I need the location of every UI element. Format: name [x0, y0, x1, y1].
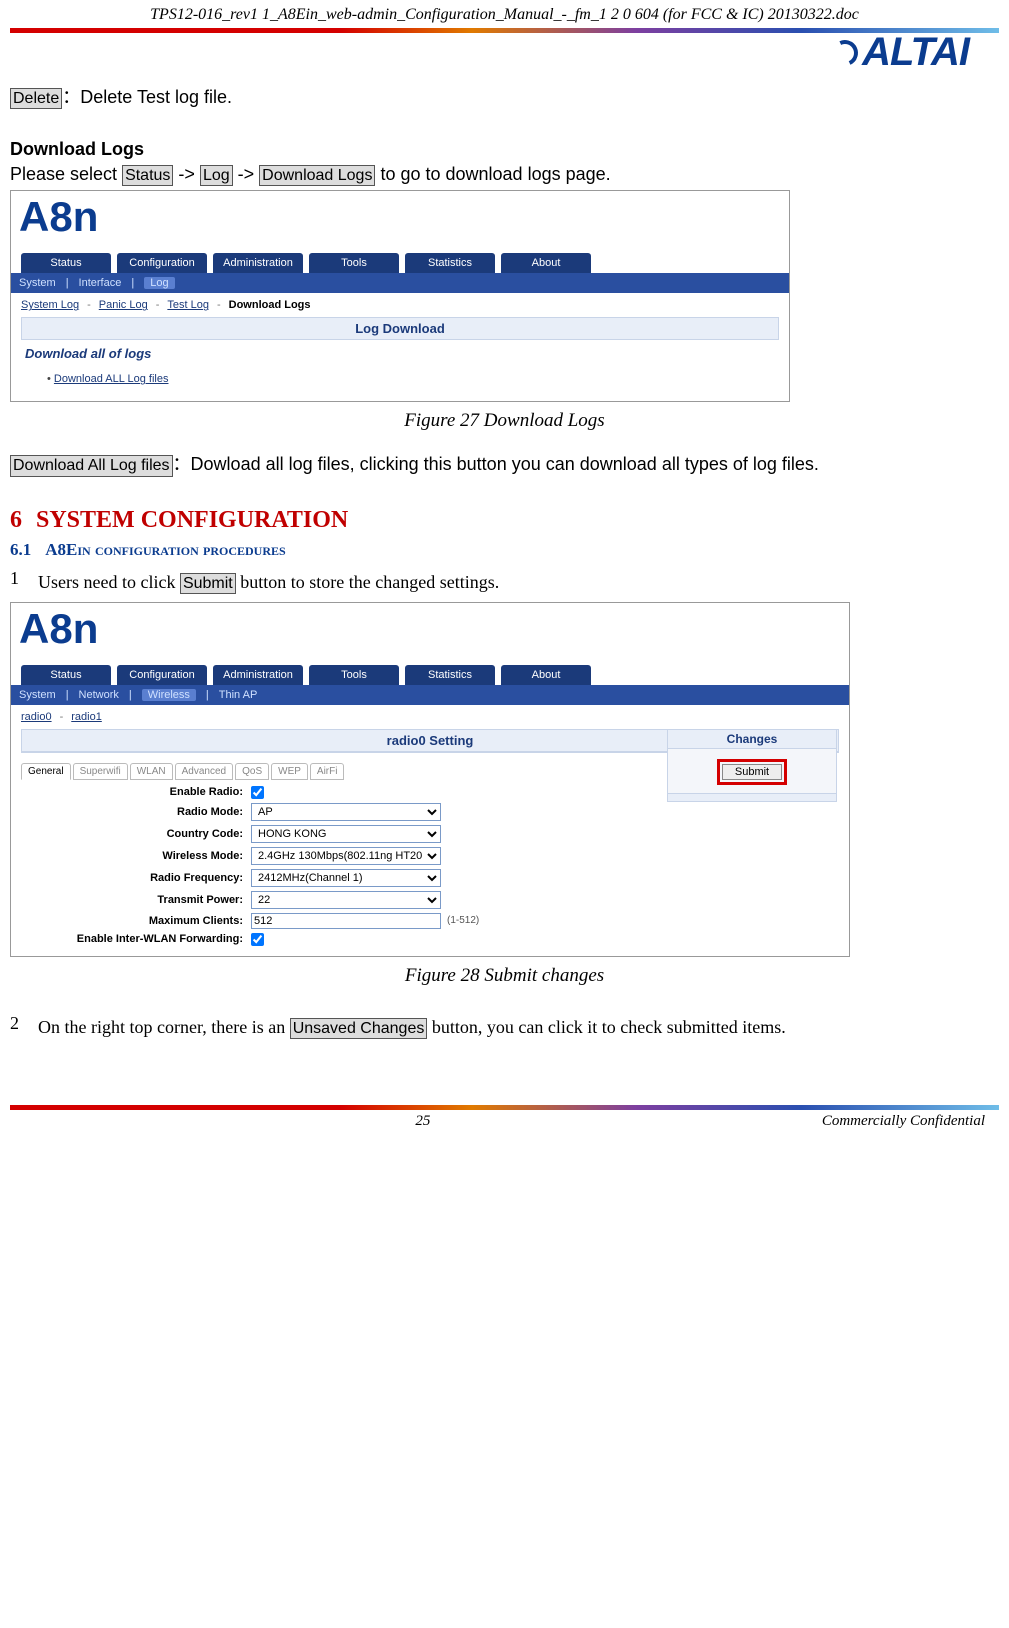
radio-mode-select[interactable]: AP — [251, 803, 441, 821]
a8n-logo-2: A8n — [11, 603, 849, 661]
crumb-panic-log[interactable]: Panic Log — [99, 299, 148, 311]
setting-tab-superwifi[interactable]: Superwifi — [73, 763, 128, 780]
tab-status-2[interactable]: Status — [21, 665, 111, 685]
main-tabs: Status Configuration Administration Tool… — [11, 249, 789, 273]
subnav-wireless-2[interactable]: Wireless — [142, 689, 196, 701]
max-clients-input[interactable] — [251, 913, 441, 929]
tab-administration-2[interactable]: Administration — [213, 665, 303, 685]
tab-configuration[interactable]: Configuration — [117, 253, 207, 273]
subnav-log[interactable]: Log — [144, 277, 174, 289]
wireless-mode-select[interactable]: 2.4GHz 130Mbps(802.11ng HT20) — [251, 847, 441, 865]
tx-power-select[interactable]: 22 — [251, 891, 441, 909]
download-logs-box-label: Download Logs — [259, 165, 375, 186]
setting-tab-qos[interactable]: QoS — [235, 763, 269, 780]
max-clients-label: Maximum Clients: — [21, 915, 251, 927]
setting-tab-general[interactable]: General — [21, 763, 71, 780]
tab-administration[interactable]: Administration — [213, 253, 303, 273]
subnav-network-2[interactable]: Network — [79, 689, 119, 701]
logo-text: ALTAI — [862, 30, 969, 75]
setting-tab-wep[interactable]: WEP — [271, 763, 308, 780]
download-logs-para: Please select Status -> Log -> Download … — [10, 164, 999, 186]
figure-28-caption: Figure 28 Submit changes — [10, 965, 999, 987]
subnav-system-2[interactable]: System — [19, 689, 56, 701]
delete-line: Delete：Delete Test log file. — [10, 83, 999, 109]
tab-configuration-2[interactable]: Configuration — [117, 665, 207, 685]
sub-nav-2: System| Network| Wireless| Thin AP — [11, 685, 849, 705]
submit-button[interactable]: Submit — [722, 764, 782, 780]
download-all-log-files-link[interactable]: Download ALL Log files — [54, 373, 169, 385]
panel-title-log-download: Log Download — [21, 317, 779, 340]
a8n-logo: A8n — [11, 191, 789, 249]
tab-status[interactable]: Status — [21, 253, 111, 273]
tab-about[interactable]: About — [501, 253, 591, 273]
setting-tab-advanced[interactable]: Advanced — [175, 763, 233, 780]
breadcrumb-2: radio0- radio1 — [11, 705, 849, 729]
tab-about-2[interactable]: About — [501, 665, 591, 685]
wireless-mode-label: Wireless Mode: — [21, 850, 251, 862]
doc-header: TPS12-016_rev1 1_A8Ein_web-admin_Configu… — [10, 0, 999, 26]
status-box-label: Status — [122, 165, 173, 186]
enable-radio-label: Enable Radio: — [21, 786, 251, 798]
country-code-select[interactable]: HONG KONG — [251, 825, 441, 843]
changes-header: Changes — [667, 729, 837, 749]
crumb-download-logs: Download Logs — [229, 299, 311, 311]
logo-swoop-icon — [829, 36, 862, 69]
subnav-system[interactable]: System — [19, 277, 56, 289]
crumb-radio0[interactable]: radio0 — [21, 711, 52, 723]
altai-logo: ALTAI — [832, 30, 969, 75]
inter-wlan-label: Enable Inter-WLAN Forwarding: — [21, 933, 251, 945]
screenshot-download-logs: A8n Status Configuration Administration … — [10, 190, 790, 402]
tab-tools[interactable]: Tools — [309, 253, 399, 273]
list-item: 2 On the right top corner, there is an U… — [10, 1013, 999, 1043]
setting-tab-airfi[interactable]: AirFi — [310, 763, 345, 780]
figure-27-caption: Figure 27 Download Logs — [10, 410, 999, 432]
screenshot-submit-changes: A8n Status Configuration Administration … — [10, 602, 850, 957]
section-6-heading: 6System configuration — [10, 507, 999, 534]
unsaved-changes-box-label: Unsaved Changes — [290, 1018, 428, 1039]
breadcrumb: System Log- Panic Log- Test Log- Downloa… — [11, 293, 789, 317]
sub-nav: System | Interface | Log — [11, 273, 789, 293]
tab-statistics[interactable]: Statistics — [405, 253, 495, 273]
page-number: 25 — [24, 1113, 822, 1130]
submit-highlight: Submit — [717, 759, 787, 785]
radio-freq-select[interactable]: 2412MHz(Channel 1) — [251, 869, 441, 887]
subnav-thinap-2[interactable]: Thin AP — [219, 689, 258, 701]
list-item: 1 Users need to click Submit button to s… — [10, 568, 999, 598]
subnav-interface[interactable]: Interface — [79, 277, 122, 289]
main-tabs-2: Status Configuration Administration Tool… — [11, 661, 849, 685]
max-clients-hint: (1-512) — [447, 915, 479, 926]
panel-sub-download-all: Download all of logs — [11, 340, 789, 367]
tab-statistics-2[interactable]: Statistics — [405, 665, 495, 685]
enable-radio-checkbox[interactable] — [251, 786, 264, 799]
crumb-radio1[interactable]: radio1 — [71, 711, 102, 723]
crumb-test-log[interactable]: Test Log — [167, 299, 209, 311]
setting-tab-wlan[interactable]: WLAN — [130, 763, 173, 780]
submit-box-label: Submit — [180, 573, 236, 594]
delete-box-label: Delete — [10, 88, 62, 109]
download-all-line: Download All Log files：Dowload all log f… — [10, 450, 999, 476]
download-logs-heading: Download Logs — [10, 139, 999, 160]
country-code-label: Country Code: — [21, 828, 251, 840]
log-box-label: Log — [200, 165, 233, 186]
section-6-1-heading: 6.1A8Ein configuration procedures — [10, 540, 999, 560]
inter-wlan-checkbox[interactable] — [251, 933, 264, 946]
radio-mode-label: Radio Mode: — [21, 806, 251, 818]
tab-tools-2[interactable]: Tools — [309, 665, 399, 685]
crumb-system-log[interactable]: System Log — [21, 299, 79, 311]
tx-power-label: Transmit Power: — [21, 894, 251, 906]
footer-rule — [10, 1103, 999, 1111]
radio-freq-label: Radio Frequency: — [21, 872, 251, 884]
changes-panel: Changes Submit — [667, 729, 837, 802]
download-all-box-label: Download All Log files — [10, 455, 173, 476]
footer-confidential: Commercially Confidential — [822, 1113, 985, 1130]
